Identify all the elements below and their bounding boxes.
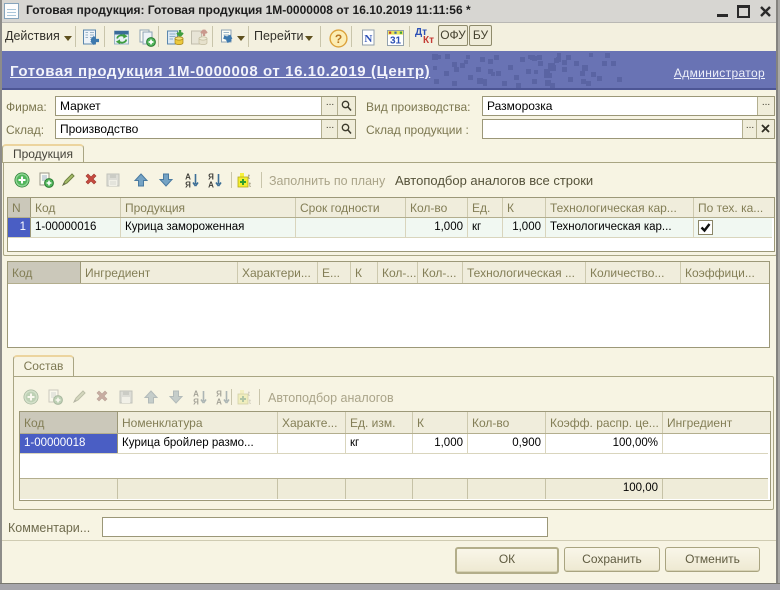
svg-text:А: А bbox=[208, 181, 214, 189]
svg-text:N: N bbox=[364, 33, 372, 45]
svg-text:t: t bbox=[248, 391, 250, 398]
svg-text:t: t bbox=[249, 182, 251, 188]
svg-text:?: ? bbox=[335, 32, 342, 46]
svg-text:31: 31 bbox=[390, 36, 402, 47]
svg-text:t: t bbox=[249, 399, 251, 405]
svg-text:t: t bbox=[248, 174, 250, 181]
svg-text:Я: Я bbox=[185, 181, 191, 189]
svg-text:Я: Я bbox=[193, 398, 199, 406]
svg-text:А: А bbox=[216, 398, 222, 406]
